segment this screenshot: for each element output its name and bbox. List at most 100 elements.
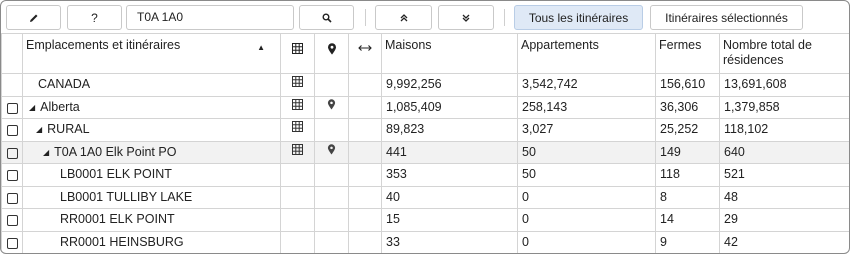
location-name[interactable]: RR0001 HEINSBURG	[22, 230, 281, 253]
resize-cell	[348, 230, 382, 253]
total-value: 42	[719, 230, 849, 253]
expand-toggle-icon[interactable]: ◢	[29, 103, 35, 112]
table-row[interactable]: LB0001 TULLIBY LAKE 40 0 8 48	[1, 185, 849, 209]
total-column-header[interactable]: Nombre total de résidences	[719, 33, 849, 74]
table-row[interactable]: ◢ Alberta 1,085,409 258,143 36,306 1,379,…	[1, 95, 849, 119]
farms-value: 36,306	[655, 95, 720, 119]
locations-column-header[interactable]: Emplacements et itinéraires ▲	[22, 33, 281, 74]
location-name[interactable]: LB0001 TULLIBY LAKE	[22, 185, 281, 209]
map-view-button[interactable]	[314, 95, 349, 119]
row-checkbox[interactable]	[7, 192, 18, 204]
map-cell	[314, 185, 349, 209]
chevrons-down-icon	[462, 14, 470, 22]
location-name: RURAL	[47, 122, 90, 136]
table-row[interactable]: RR0001 HEINSBURG 33 0 9 42	[1, 230, 849, 253]
location-name[interactable]: LB0001 ELK POINT	[22, 163, 281, 187]
table-cell	[280, 230, 315, 253]
table-row[interactable]: CANADA 9,992,256 3,542,742 156,610 13,69…	[1, 73, 849, 97]
table-row[interactable]: RR0001 ELK POINT 15 0 14 29	[1, 208, 849, 232]
table-row[interactable]: ◢ T0A 1A0 Elk Point PO 441 50 149 640	[1, 140, 849, 164]
location-name[interactable]: CANADA	[22, 73, 281, 97]
map-pin-icon	[327, 43, 336, 55]
app-window: ? T0A 1A0 Tous les itinéraires Itinérair…	[0, 0, 850, 254]
row-checkbox[interactable]	[7, 125, 18, 136]
selected-routes-button[interactable]: Itinéraires sélectionnés	[650, 5, 803, 30]
expand-all-button[interactable]	[438, 5, 494, 30]
map-cell	[314, 163, 349, 187]
help-button[interactable]: ?	[67, 5, 122, 30]
apartments-column-header[interactable]: Appartements	[517, 33, 656, 74]
location-cell[interactable]: ◢ Alberta	[22, 95, 281, 119]
search-button[interactable]	[299, 5, 354, 30]
apartments-value: 258,143	[517, 95, 656, 119]
table-row[interactable]: ◢ RURAL 89,823 3,027 25,252 118,102	[1, 118, 849, 142]
table-row[interactable]: LB0001 ELK POINT 353 50 118 521	[1, 163, 849, 187]
farms-value: 9	[655, 230, 720, 253]
row-checkbox[interactable]	[7, 215, 18, 226]
total-value: 48	[719, 185, 849, 209]
map-column-header[interactable]	[314, 33, 349, 74]
select-cell	[1, 73, 23, 97]
farms-column-header[interactable]: Fermes	[655, 33, 720, 74]
search-input[interactable]: T0A 1A0	[126, 5, 294, 30]
chevrons-up-icon	[400, 13, 407, 21]
resize-column-header[interactable]	[348, 33, 382, 74]
pencil-icon	[29, 14, 37, 22]
row-checkbox[interactable]	[7, 102, 18, 114]
apartments-value: 3,542,742	[517, 73, 656, 97]
all-routes-label: Tous les itinéraires	[528, 10, 629, 25]
location-cell[interactable]: ◢ T0A 1A0 Elk Point PO	[22, 140, 281, 164]
resize-cell	[348, 140, 382, 164]
table-view-button[interactable]	[280, 73, 315, 97]
grid-column-header[interactable]	[280, 33, 315, 74]
map-cell	[314, 118, 349, 142]
resize-cell	[348, 95, 382, 119]
grid-icon	[292, 143, 303, 155]
table-view-button[interactable]	[280, 140, 315, 164]
locations-header-label: Emplacements et itinéraires	[26, 38, 181, 52]
houses-value: 89,823	[381, 118, 518, 142]
search-icon	[322, 13, 332, 23]
help-label: ?	[91, 10, 98, 25]
all-routes-button[interactable]: Tous les itinéraires	[514, 5, 643, 30]
row-checkbox[interactable]	[7, 147, 18, 159]
map-view-button[interactable]	[314, 140, 349, 164]
apartments-value: 0	[517, 208, 656, 232]
table-view-button[interactable]	[280, 95, 315, 119]
table-cell	[280, 163, 315, 187]
select-cell	[1, 163, 23, 187]
farms-value: 14	[655, 208, 720, 232]
houses-value: 33	[381, 230, 518, 253]
expand-toggle-icon[interactable]: ◢	[36, 125, 42, 134]
apartments-value: 3,027	[517, 118, 656, 142]
row-checkbox[interactable]	[7, 237, 18, 249]
location-name: Alberta	[40, 99, 80, 114]
row-checkbox[interactable]	[7, 170, 18, 181]
map-cell	[314, 230, 349, 253]
toolbar: ? T0A 1A0 Tous les itinéraires Itinérair…	[1, 1, 849, 33]
location-name: T0A 1A0 Elk Point PO	[54, 144, 177, 159]
collapse-all-button[interactable]	[375, 5, 432, 30]
houses-column-header[interactable]: Maisons	[381, 33, 518, 74]
total-value: 640	[719, 140, 849, 164]
routes-table: Emplacements et itinéraires ▲ Maisons Ap…	[1, 33, 849, 253]
location-name[interactable]: RR0001 ELK POINT	[22, 208, 281, 232]
select-cell	[1, 230, 23, 253]
houses-value: 441	[381, 140, 518, 164]
apartments-value: 50	[517, 163, 656, 187]
houses-value: 353	[381, 163, 518, 187]
edit-button[interactable]	[6, 5, 61, 30]
resize-cell	[348, 118, 382, 142]
selected-routes-label: Itinéraires sélectionnés	[665, 10, 788, 25]
select-cell	[1, 208, 23, 232]
total-value: 1,379,858	[719, 95, 849, 119]
table-header-row: Emplacements et itinéraires ▲ Maisons Ap…	[1, 33, 849, 74]
location-cell[interactable]: ◢ RURAL	[22, 118, 281, 142]
select-cell	[1, 140, 23, 164]
expand-toggle-icon[interactable]: ◢	[43, 148, 49, 157]
total-value: 29	[719, 208, 849, 232]
table-view-button[interactable]	[280, 118, 315, 142]
toolbar-divider	[365, 9, 366, 26]
houses-value: 9,992,256	[381, 73, 518, 97]
sort-ascending-icon[interactable]: ▲	[257, 40, 265, 55]
